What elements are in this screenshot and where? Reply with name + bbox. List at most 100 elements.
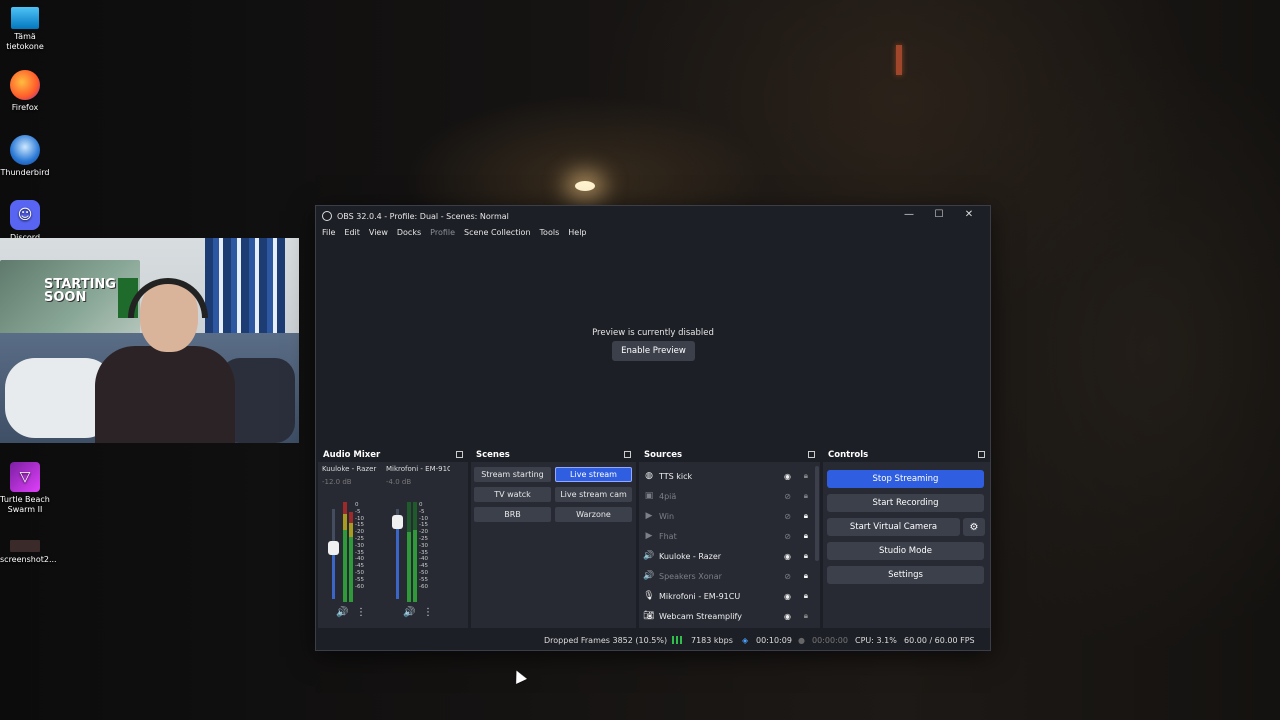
discord-icon: ☺ xyxy=(10,200,40,230)
fps: 60.00 / 60.00 FPS xyxy=(904,636,975,645)
lock-icon[interactable]: 🔒︎ xyxy=(804,571,808,581)
slider-knob[interactable] xyxy=(328,541,339,555)
undock-icon[interactable] xyxy=(808,451,815,458)
lock-icon[interactable]: 🔒︎ xyxy=(804,531,808,541)
scene-item[interactable]: Live stream cam xyxy=(555,487,632,502)
scene-item[interactable]: Stream starting xyxy=(474,467,551,482)
record-time: 00:00:00 xyxy=(812,636,848,645)
eye-icon[interactable]: ◉ xyxy=(784,592,791,601)
dock-title: Scenes xyxy=(476,450,510,460)
source-name: Speakers Xonar xyxy=(659,571,722,581)
mixer-channel: Mikrofoni - EM-91C -4.0 dB 0 -5 -10 -15 -20-… xyxy=(386,465,450,625)
more-options-icon[interactable]: ⋮ xyxy=(423,607,433,618)
source-name: 4piä xyxy=(659,491,677,501)
level-meter xyxy=(343,502,347,602)
volume-slider[interactable] xyxy=(392,509,403,599)
menu-view[interactable]: View xyxy=(369,228,388,244)
desktop-icon-discord[interactable]: ☺ Discord xyxy=(0,200,50,243)
person-body xyxy=(95,346,235,443)
desktop-icon-label: screenshot2... xyxy=(0,555,57,564)
start-recording-button[interactable]: Start Recording xyxy=(827,494,984,512)
menu-docks[interactable]: Docks xyxy=(397,228,421,244)
enable-preview-button[interactable]: Enable Preview xyxy=(612,341,695,361)
undock-icon[interactable] xyxy=(978,451,985,458)
speaker-icon: 🔊 xyxy=(643,571,655,581)
settings-button[interactable]: Settings xyxy=(827,566,984,584)
desktop-icon-turtle-beach[interactable]: ▽ Turtle Beach Swarm II xyxy=(0,462,50,515)
source-item[interactable]: 🎙︎ Mikrofoni - EM-91CU ◉ 🔒︎ xyxy=(643,587,813,605)
scene-item[interactable]: Warzone xyxy=(555,507,632,522)
studio-mode-button[interactable]: Studio Mode xyxy=(827,542,984,560)
meter-scale: 0 -5 -10 -15 -20 -25 -30 -35 -40 -45 -50 -55 -60 xyxy=(355,502,364,590)
menu-scene-collection[interactable]: Scene Collection xyxy=(464,228,531,244)
lock-icon[interactable]: 🔒︎ xyxy=(804,491,808,501)
scene-item-selected[interactable]: Live stream xyxy=(555,467,632,482)
title-bar[interactable]: OBS 32.0.4 - Profile: Dual - Scenes: Nor… xyxy=(316,206,990,226)
eye-hidden-icon[interactable]: ⊘ xyxy=(784,492,791,501)
desktop-icon-this-pc[interactable]: Tämä tietokone xyxy=(0,7,50,52)
scene-item[interactable]: BRB xyxy=(474,507,551,522)
lock-icon[interactable]: 🔒︎ xyxy=(804,471,808,481)
desktop-icon-screenshot[interactable]: screenshot2... xyxy=(0,540,57,565)
minimize-icon[interactable]: — xyxy=(894,209,924,220)
source-item[interactable]: ▣ 4piä ⊘ 🔒︎ xyxy=(643,487,813,505)
source-item[interactable]: ▶ Fhat ⊘ 🔒︎ xyxy=(643,527,813,545)
source-name: Win xyxy=(659,511,675,521)
stream-time: 00:10:09 xyxy=(756,636,792,645)
webcam-overlay: STARTING SOON xyxy=(0,238,299,443)
stop-streaming-button[interactable]: Stop Streaming xyxy=(827,470,984,488)
source-item[interactable]: 📷︎ Webcam Streamplify ◉ 🔒︎ xyxy=(643,607,813,625)
lock-icon[interactable]: 🔒︎ xyxy=(804,591,808,601)
street-lamp-light xyxy=(575,181,595,191)
level-meter xyxy=(407,502,411,602)
eye-icon[interactable]: ◉ xyxy=(784,472,791,481)
menu-file[interactable]: File xyxy=(322,228,335,244)
globe-icon: ◍ xyxy=(645,471,653,481)
start-virtual-camera-button[interactable]: Start Virtual Camera xyxy=(827,518,960,536)
menu-bar: File Edit View Docks Profile Scene Colle… xyxy=(316,228,596,244)
sources-scrollbar[interactable] xyxy=(815,466,819,561)
undock-icon[interactable] xyxy=(624,451,631,458)
eye-hidden-icon[interactable]: ⊘ xyxy=(784,532,791,541)
menu-edit[interactable]: Edit xyxy=(344,228,360,244)
eye-hidden-icon[interactable]: ⊘ xyxy=(784,512,791,521)
more-options-icon[interactable]: ⋮ xyxy=(356,607,366,618)
volume-slider[interactable] xyxy=(328,509,339,599)
preview-disabled-message: Preview is currently disabled xyxy=(592,328,714,338)
speaker-icon: 🔊 xyxy=(643,551,655,561)
gear-icon[interactable]: ⚙ xyxy=(963,518,985,536)
eye-icon[interactable]: ◉ xyxy=(784,552,791,561)
slider-knob[interactable] xyxy=(392,515,403,529)
source-item[interactable]: ▶ Win ⊘ 🔒︎ xyxy=(643,507,813,525)
desktop-icon-thunderbird[interactable]: Thunderbird xyxy=(0,135,50,178)
camera-icon: 📷︎ xyxy=(643,611,655,621)
lock-icon[interactable]: 🔒︎ xyxy=(804,511,808,521)
signal-bars-icon xyxy=(672,636,682,645)
menu-profile[interactable]: Profile xyxy=(430,228,455,244)
eye-hidden-icon[interactable]: ⊘ xyxy=(784,572,791,581)
maximize-icon[interactable]: ☐ xyxy=(924,209,954,220)
lock-icon[interactable]: 🔒︎ xyxy=(804,551,808,561)
source-item[interactable]: 🔊 Speakers Xonar ⊘ 🔒︎ xyxy=(643,567,813,585)
source-item[interactable]: ◍ TTS kick ◉ 🔒︎ xyxy=(643,467,813,485)
scene-item[interactable]: TV watck xyxy=(474,487,551,502)
dock-title: Controls xyxy=(828,450,869,460)
close-icon[interactable]: ✕ xyxy=(954,209,984,220)
speaker-icon[interactable]: 🔊 xyxy=(403,607,415,618)
menu-tools[interactable]: Tools xyxy=(540,228,560,244)
lock-icon[interactable]: 🔒︎ xyxy=(804,611,808,621)
image-icon: ▣ xyxy=(644,491,654,501)
record-icon: ● xyxy=(798,636,805,645)
bitrate: 7183 kbps xyxy=(691,636,733,645)
eye-icon[interactable]: ◉ xyxy=(784,612,791,621)
window-title: OBS 32.0.4 - Profile: Dual - Scenes: Nor… xyxy=(337,211,509,221)
undock-icon[interactable] xyxy=(456,451,463,458)
desktop-icon-firefox[interactable]: Firefox xyxy=(0,70,50,113)
dock-title: Sources xyxy=(644,450,683,460)
speaker-icon[interactable]: 🔊 xyxy=(336,607,348,618)
media-icon: ▶ xyxy=(645,511,653,521)
source-item[interactable]: 🔊 Kuuloke - Razer ◉ 🔒︎ xyxy=(643,547,813,565)
level-meter xyxy=(413,502,417,602)
dropped-frames: Dropped Frames 3852 (10.5%) xyxy=(544,636,668,645)
menu-help[interactable]: Help xyxy=(568,228,586,244)
